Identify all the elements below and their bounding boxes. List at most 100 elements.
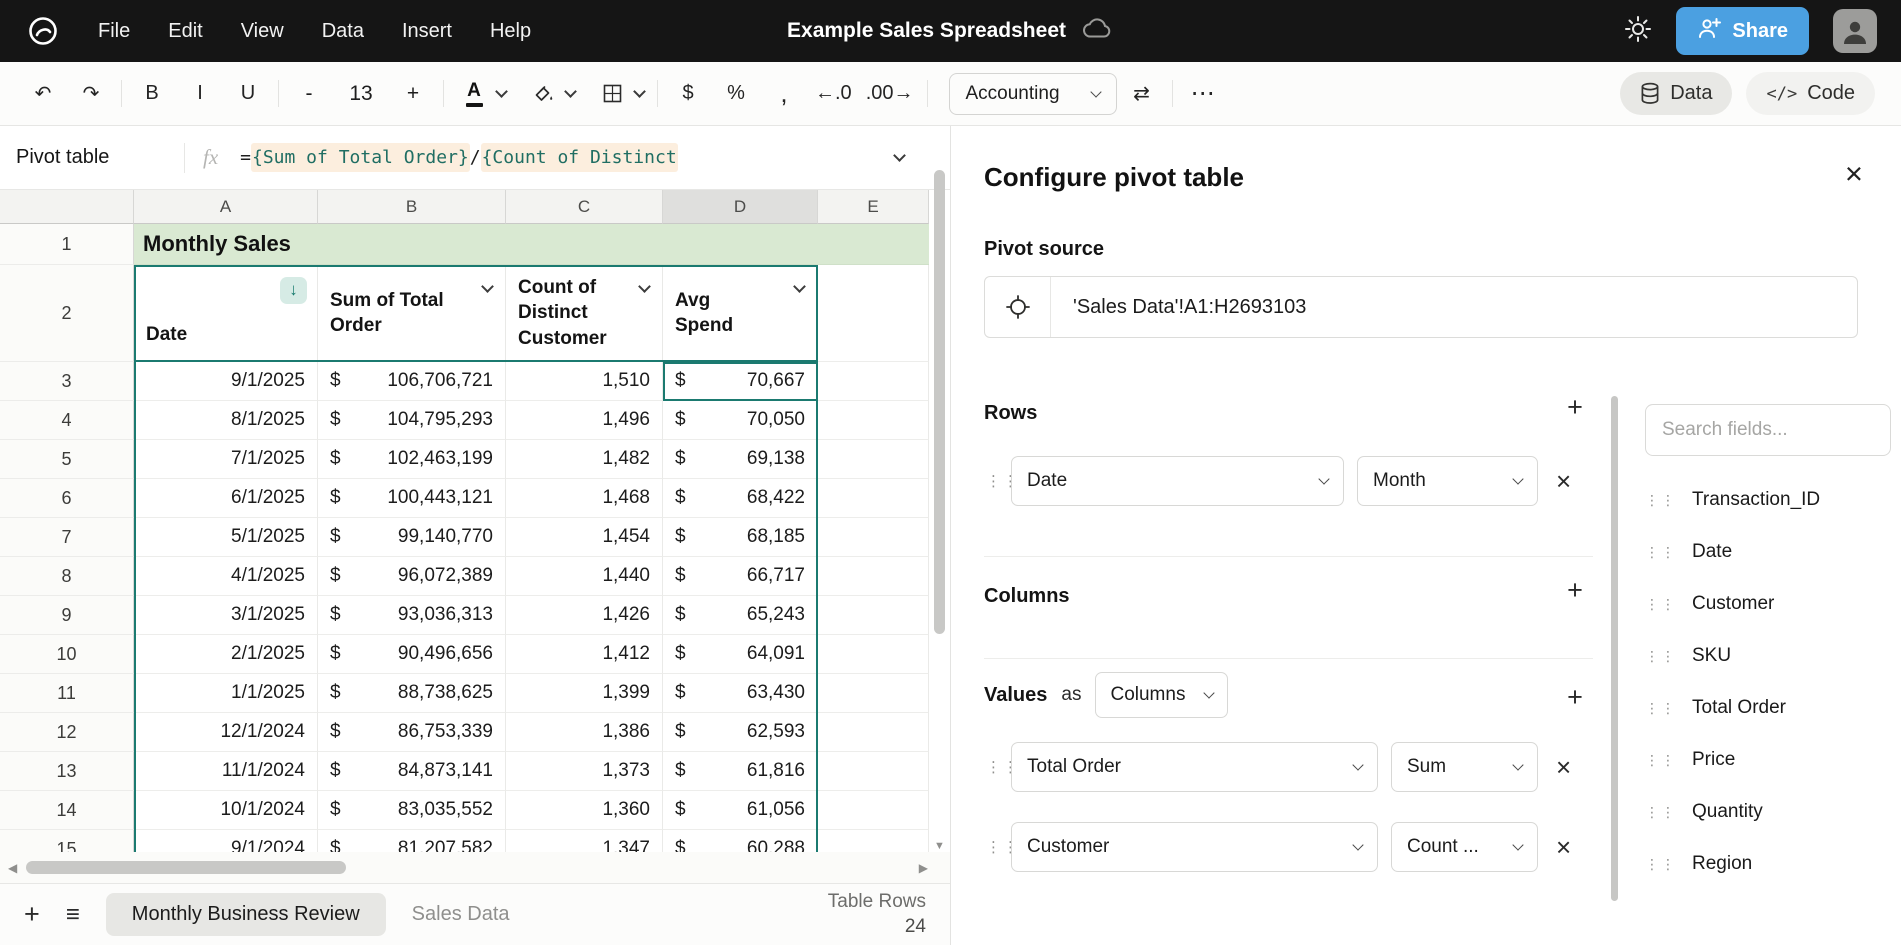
column-header-a[interactable]: A	[134, 190, 318, 224]
menu-data[interactable]: Data	[322, 20, 364, 43]
user-avatar[interactable]	[1833, 9, 1877, 53]
cell-total-order[interactable]: $ 84,873,141	[318, 752, 506, 791]
cell-empty[interactable]	[818, 362, 929, 401]
expand-formula-chevron-icon[interactable]	[893, 149, 906, 162]
close-panel-button[interactable]: ×	[1845, 158, 1863, 189]
add-value-field-button[interactable]: +	[1555, 684, 1595, 711]
remove-field-button[interactable]: ×	[1556, 754, 1571, 780]
cell-distinct-customers[interactable]: 1,386	[506, 713, 663, 752]
menu-file[interactable]: File	[98, 20, 130, 43]
scroll-down-icon[interactable]: ▼	[934, 840, 945, 852]
field-list-item[interactable]: ⋮⋮ Price	[1645, 734, 1891, 786]
cell-total-order[interactable]: $ 86,753,339	[318, 713, 506, 752]
row-number[interactable]: 7	[0, 518, 134, 557]
cell-distinct-customers[interactable]: 1,399	[506, 674, 663, 713]
select-range-button[interactable]	[985, 277, 1051, 337]
cell-empty[interactable]	[818, 440, 929, 479]
pivot-source-input[interactable]: 'Sales Data'!A1:H2693103	[984, 276, 1858, 338]
cell-avg-spend[interactable]: $ 66,717	[663, 557, 818, 596]
cell-date[interactable]: 9/1/2024	[134, 830, 318, 852]
cell-date[interactable]: 9/1/2025	[134, 362, 318, 401]
cell-date[interactable]: 2/1/2025	[134, 635, 318, 674]
column-header-e[interactable]: E	[818, 190, 929, 224]
increase-font-button[interactable]: +	[396, 74, 430, 114]
cell-avg-spend[interactable]: $ 63,430	[663, 674, 818, 713]
undo-button[interactable]: ↶	[26, 74, 60, 114]
drag-handle-icon[interactable]: ⋮⋮	[986, 840, 1011, 855]
cell-distinct-customers[interactable]: 1,426	[506, 596, 663, 635]
cell-empty[interactable]	[818, 674, 929, 713]
currency-format-button[interactable]: $	[671, 74, 705, 114]
column-header-b[interactable]: B	[318, 190, 506, 224]
cell-empty[interactable]	[818, 557, 929, 596]
cell-avg-spend[interactable]: $ 60,288	[663, 830, 818, 852]
cell-total-order[interactable]: $ 88,738,625	[318, 674, 506, 713]
cell-total-order[interactable]: $ 106,706,721	[318, 362, 506, 401]
cell-empty[interactable]	[818, 791, 929, 830]
cell-distinct-customers[interactable]: 1,468	[506, 479, 663, 518]
bold-button[interactable]: B	[135, 74, 169, 114]
row-number[interactable]: 11	[0, 674, 134, 713]
sheet-tab-monthly-business-review[interactable]: Monthly Business Review	[106, 893, 386, 936]
field-select[interactable]: Total Order	[1011, 742, 1378, 792]
cell-total-order[interactable]: $ 81,207,582	[318, 830, 506, 852]
row-number[interactable]: 4	[0, 401, 134, 440]
drag-handle-icon[interactable]: ⋮⋮	[986, 760, 1011, 775]
cell-distinct-customers[interactable]: 1,412	[506, 635, 663, 674]
sort-descending-icon[interactable]: ↓	[280, 277, 307, 304]
field-list-item[interactable]: ⋮⋮ Quantity	[1645, 786, 1891, 838]
search-fields-input[interactable]	[1645, 404, 1891, 456]
field-select[interactable]: Customer	[1011, 822, 1378, 872]
header-cell-avg-spend[interactable]: Avg Spend	[663, 265, 818, 362]
app-logo-icon[interactable]	[24, 12, 62, 50]
sheet-list-menu-icon[interactable]: ≡	[66, 903, 80, 927]
aggregation-select[interactable]: Sum	[1391, 742, 1538, 792]
column-header-d[interactable]: D	[663, 190, 818, 224]
menu-view[interactable]: View	[241, 20, 284, 43]
row-number[interactable]: 5	[0, 440, 134, 479]
share-button[interactable]: Share	[1676, 7, 1809, 55]
aggregation-select[interactable]: Count ...	[1391, 822, 1538, 872]
chevron-down-icon[interactable]	[564, 85, 577, 98]
row-number[interactable]: 2	[0, 265, 134, 362]
cell-avg-spend[interactable]: $ 70,667	[663, 362, 818, 401]
document-title[interactable]: Example Sales Spreadsheet	[787, 19, 1066, 43]
cell-avg-spend[interactable]: $ 70,050	[663, 401, 818, 440]
cell-date[interactable]: 11/1/2024	[134, 752, 318, 791]
panel-scroll-thumb[interactable]	[1611, 396, 1618, 901]
increase-decimal-button[interactable]: .00→	[866, 74, 914, 114]
cell-date[interactable]: 6/1/2025	[134, 479, 318, 518]
field-list-item[interactable]: ⋮⋮ Region	[1645, 838, 1891, 890]
values-mode-select[interactable]: Columns	[1095, 672, 1228, 718]
name-box[interactable]: Pivot table	[16, 146, 184, 169]
field-select[interactable]: Date	[1011, 456, 1344, 506]
field-list-item[interactable]: ⋮⋮ Transaction_ID	[1645, 474, 1891, 526]
cell-distinct-customers[interactable]: 1,454	[506, 518, 663, 557]
cell-avg-spend[interactable]: $ 69,138	[663, 440, 818, 479]
column-header-c[interactable]: C	[506, 190, 663, 224]
drag-handle-icon[interactable]: ⋮⋮	[986, 474, 1011, 489]
add-row-field-button[interactable]: +	[1555, 394, 1595, 421]
row-number[interactable]: 9	[0, 596, 134, 635]
font-size-value[interactable]: 13	[344, 74, 378, 114]
row-number[interactable]: 1	[0, 224, 134, 265]
swap-ranges-button[interactable]: ⇄	[1125, 74, 1159, 114]
text-color-button[interactable]: A	[457, 74, 491, 114]
cell-distinct-customers[interactable]: 1,347	[506, 830, 663, 852]
cell-empty[interactable]	[818, 713, 929, 752]
remove-field-button[interactable]: ×	[1556, 834, 1571, 860]
chevron-down-icon[interactable]	[793, 280, 806, 293]
cell-distinct-customers[interactable]: 1,496	[506, 401, 663, 440]
cell-distinct-customers[interactable]: 1,482	[506, 440, 663, 479]
header-cell-date[interactable]: Date ↓	[134, 265, 318, 362]
cell-empty[interactable]	[818, 635, 929, 674]
cell-avg-spend[interactable]: $ 61,056	[663, 791, 818, 830]
field-list-item[interactable]: ⋮⋮ Customer	[1645, 578, 1891, 630]
cell-total-order[interactable]: $ 93,036,313	[318, 596, 506, 635]
code-view-button[interactable]: </> Code	[1746, 72, 1875, 115]
cell-avg-spend[interactable]: $ 61,816	[663, 752, 818, 791]
redo-button[interactable]: ↷	[74, 74, 108, 114]
cell-distinct-customers[interactable]: 1,510	[506, 362, 663, 401]
menu-edit[interactable]: Edit	[168, 20, 202, 43]
cell-total-order[interactable]: $ 99,140,770	[318, 518, 506, 557]
